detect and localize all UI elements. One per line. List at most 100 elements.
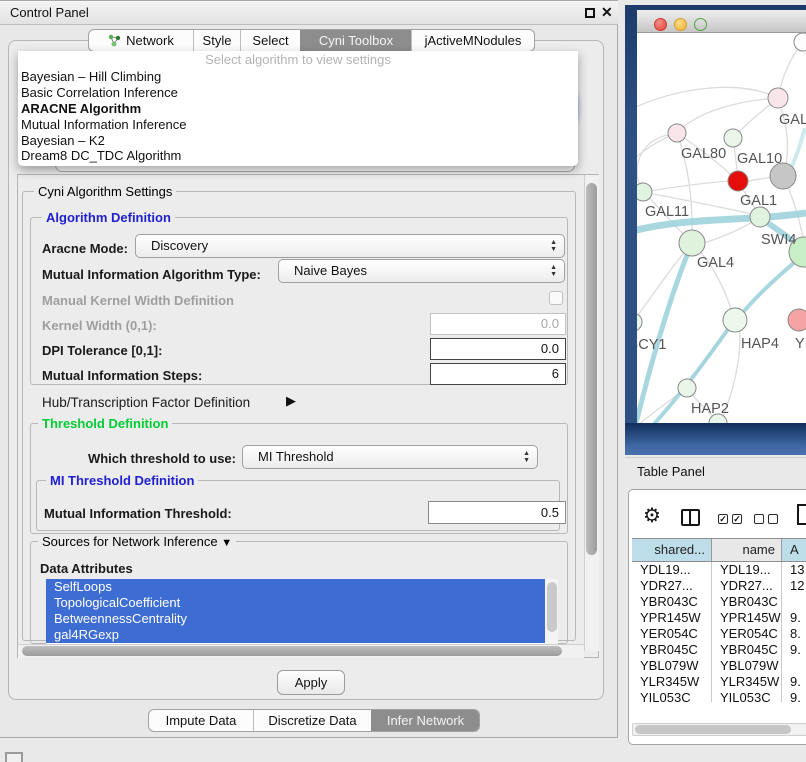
network-node[interactable]: [678, 379, 696, 397]
network-edge[interactable]: [677, 98, 778, 133]
which-threshold-combobox[interactable]: MI Threshold ▲▼: [242, 445, 538, 469]
table-cell[interactable]: YDR27...: [632, 578, 712, 594]
aracne-mode-combobox[interactable]: Discovery ▲▼: [135, 234, 565, 258]
tab-network[interactable]: Network: [89, 30, 193, 51]
table-cell[interactable]: YPR145W: [632, 610, 712, 626]
tab-select[interactable]: Select: [240, 30, 300, 51]
table-row[interactable]: YDL19...YDL19...13: [632, 562, 806, 578]
algorithm-option[interactable]: Dream8 DC_TDC Algorithm: [18, 148, 578, 164]
bottom-tab-discretize-data[interactable]: Discretize Data: [253, 710, 371, 731]
table-cell[interactable]: YER054C: [712, 626, 782, 642]
table-cell[interactable]: 12: [782, 578, 806, 594]
settings-horizontal-scrollbar-thumb[interactable]: [22, 646, 562, 656]
table-cell[interactable]: YLR345W: [712, 674, 782, 690]
collapse-arrow-icon[interactable]: ▼: [221, 537, 232, 549]
bottom-tab-impute-data[interactable]: Impute Data: [149, 710, 253, 731]
bottom-tab-infer-network[interactable]: Infer Network: [371, 710, 479, 731]
table-row[interactable]: YBL079WYBL079W: [632, 658, 806, 674]
table-cell[interactable]: YBR043C: [632, 594, 712, 610]
table-cell[interactable]: YLR345W: [632, 674, 712, 690]
data-attribute-item[interactable]: TopologicalCoefficient: [46, 595, 545, 611]
table-cell[interactable]: YDL19...: [712, 562, 782, 578]
apply-button[interactable]: Apply: [277, 670, 345, 695]
network-node[interactable]: [728, 171, 748, 191]
network-node[interactable]: [637, 313, 642, 331]
table-cell[interactable]: 9.: [782, 642, 806, 658]
algorithm-option[interactable]: ARACNE Algorithm: [18, 101, 578, 117]
tab-style[interactable]: Style: [193, 30, 240, 51]
algorithm-option[interactable]: Basic Correlation Inference: [18, 85, 578, 101]
checked-checkbox-icon[interactable]: ✓: [732, 514, 742, 524]
table-cell[interactable]: YBR045C: [712, 642, 782, 658]
table-row[interactable]: YPR145WYPR145W9.: [632, 610, 806, 626]
settings-vertical-scrollbar-thumb[interactable]: [586, 183, 597, 555]
table-cell[interactable]: 9.: [782, 674, 806, 690]
algorithm-dropdown[interactable]: Select algorithm to view settings Bayesi…: [18, 51, 578, 166]
close-traffic-light-icon[interactable]: [654, 18, 667, 31]
algorithm-option[interactable]: Bayesian – K2: [18, 133, 578, 149]
table-cell[interactable]: YPR145W: [712, 610, 782, 626]
columns-icon[interactable]: [681, 509, 700, 526]
table-cell[interactable]: [782, 658, 806, 674]
gear-icon[interactable]: ⚙: [643, 506, 661, 526]
checked-checkbox-icon[interactable]: ✓: [718, 514, 728, 524]
expand-arrow-icon[interactable]: ▶: [286, 393, 296, 409]
table-cell[interactable]: YIL053C: [632, 690, 712, 702]
network-node[interactable]: [724, 129, 742, 147]
unchecked-checkbox-icon[interactable]: [768, 514, 778, 524]
table-column-header[interactable]: name: [712, 539, 782, 561]
table-row[interactable]: YIL053CYIL053C9.: [632, 690, 806, 702]
minimized-panel-icon[interactable]: [5, 752, 23, 762]
network-node[interactable]: [668, 124, 686, 142]
table-horizontal-scrollbar-thumb[interactable]: [635, 725, 791, 734]
table-cell[interactable]: 13: [782, 562, 806, 578]
data-attribute-item[interactable]: BetweennessCentrality: [46, 611, 545, 627]
data-attribute-item[interactable]: SelfLoops: [46, 579, 545, 595]
minimize-traffic-light-icon[interactable]: [674, 18, 687, 31]
float-window-icon[interactable]: [585, 8, 595, 18]
table-cell[interactable]: YBR045C: [632, 642, 712, 658]
algorithm-option[interactable]: Bayesian – Hill Climbing: [18, 69, 578, 85]
table-cell[interactable]: YDR27...: [712, 578, 782, 594]
table-cell[interactable]: YDL19...: [632, 562, 712, 578]
data-attribute-item[interactable]: gal4RGexp: [46, 627, 545, 643]
table-row[interactable]: YLR345WYLR345W9.: [632, 674, 806, 690]
network-node[interactable]: [768, 88, 788, 108]
unchecked-checkbox-icon[interactable]: [754, 514, 764, 524]
close-icon[interactable]: ✕: [601, 4, 613, 21]
tab-cyni-toolbox[interactable]: Cyni Toolbox: [300, 30, 411, 51]
network-node[interactable]: [788, 309, 806, 331]
table-cell[interactable]: [782, 594, 806, 610]
file-icon[interactable]: [797, 504, 806, 525]
network-node[interactable]: [679, 230, 705, 256]
table-column-header[interactable]: A: [782, 539, 806, 561]
table-cell[interactable]: YBR043C: [712, 594, 782, 610]
mi-steps-field[interactable]: 6: [430, 363, 566, 385]
dpi-tolerance-field[interactable]: 0.0: [430, 338, 566, 360]
tab-jactivemnodules[interactable]: jActiveMNodules: [411, 30, 534, 51]
network-edge[interactable]: [643, 181, 728, 192]
table-cell[interactable]: 9.: [782, 610, 806, 626]
table-column-header[interactable]: shared...: [632, 539, 712, 561]
table-cell[interactable]: YBL079W: [632, 658, 712, 674]
algorithm-option[interactable]: Mutual Information Inference: [18, 117, 578, 133]
table-row[interactable]: YER054CYER054C8.: [632, 626, 806, 642]
data-attributes-list[interactable]: SelfLoopsTopologicalCoefficientBetweenne…: [46, 579, 558, 644]
table-cell[interactable]: YBL079W: [712, 658, 782, 674]
network-node[interactable]: [723, 308, 747, 332]
table-row[interactable]: YBR043CYBR043C: [632, 594, 806, 610]
mi-algorithm-type-combobox[interactable]: Naive Bayes ▲▼: [278, 259, 565, 283]
network-node[interactable]: [794, 33, 806, 51]
mi-threshold-field[interactable]: 0.5: [428, 501, 566, 524]
zoom-traffic-light-icon[interactable]: [694, 18, 707, 31]
table-row[interactable]: YBR045CYBR045C9.: [632, 642, 806, 658]
network-node[interactable]: [637, 183, 652, 201]
table-cell[interactable]: YER054C: [632, 626, 712, 642]
table-cell[interactable]: YIL053C: [712, 690, 782, 702]
attributes-scrollbar-thumb[interactable]: [547, 582, 557, 632]
table-cell[interactable]: 9.: [782, 690, 806, 702]
table-row[interactable]: YDR27...YDR27...12: [632, 578, 806, 594]
network-node[interactable]: [750, 207, 770, 227]
network-view[interactable]: GALGAL80GAL10GAL1GAL11GAL4SWI4GCY1HAP4YH…: [637, 33, 806, 424]
table-cell[interactable]: 8.: [782, 626, 806, 642]
